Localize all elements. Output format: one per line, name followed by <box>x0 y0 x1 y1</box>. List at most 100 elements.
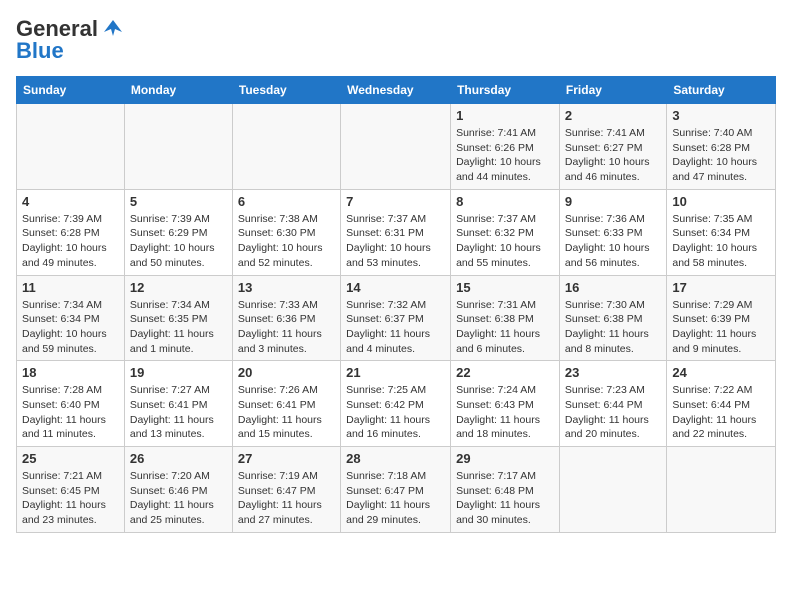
day-number: 11 <box>22 280 119 295</box>
day-cell: 17 Sunrise: 7:29 AM Sunset: 6:39 PM Dayli… <box>667 275 776 361</box>
day-detail: Sunrise: 7:40 AM Sunset: 6:28 PM Dayligh… <box>672 126 770 185</box>
week-row-2: 4 Sunrise: 7:39 AM Sunset: 6:28 PM Daylig… <box>17 189 776 275</box>
day-cell: 26 Sunrise: 7:20 AM Sunset: 6:46 PM Dayli… <box>124 447 232 533</box>
logo-blue-text: Blue <box>16 38 64 64</box>
page-header: General Blue <box>16 16 776 64</box>
day-cell: 1 Sunrise: 7:41 AM Sunset: 6:26 PM Daylig… <box>451 104 560 190</box>
day-number: 23 <box>565 365 661 380</box>
day-number: 22 <box>456 365 554 380</box>
day-number: 18 <box>22 365 119 380</box>
day-cell: 24 Sunrise: 7:22 AM Sunset: 6:44 PM Dayli… <box>667 361 776 447</box>
day-cell: 14 Sunrise: 7:32 AM Sunset: 6:37 PM Dayli… <box>341 275 451 361</box>
day-number: 21 <box>346 365 445 380</box>
day-detail: Sunrise: 7:38 AM Sunset: 6:30 PM Dayligh… <box>238 212 335 271</box>
day-cell: 23 Sunrise: 7:23 AM Sunset: 6:44 PM Dayli… <box>559 361 666 447</box>
day-cell <box>341 104 451 190</box>
calendar-table: SundayMondayTuesdayWednesdayThursdayFrid… <box>16 76 776 533</box>
day-detail: Sunrise: 7:19 AM Sunset: 6:47 PM Dayligh… <box>238 469 335 528</box>
day-detail: Sunrise: 7:23 AM Sunset: 6:44 PM Dayligh… <box>565 383 661 442</box>
day-number: 14 <box>346 280 445 295</box>
day-number: 4 <box>22 194 119 209</box>
day-cell <box>124 104 232 190</box>
day-number: 3 <box>672 108 770 123</box>
day-number: 5 <box>130 194 227 209</box>
day-detail: Sunrise: 7:36 AM Sunset: 6:33 PM Dayligh… <box>565 212 661 271</box>
day-cell: 16Sunrise: 7:30 AM Sunset: 6:38 PM Dayli… <box>559 275 666 361</box>
day-number: 15 <box>456 280 554 295</box>
day-detail: Sunrise: 7:41 AM Sunset: 6:27 PM Dayligh… <box>565 126 661 185</box>
day-detail: Sunrise: 7:22 AM Sunset: 6:44 PM Dayligh… <box>672 383 770 442</box>
weekday-header-monday: Monday <box>124 77 232 104</box>
day-cell: 29Sunrise: 7:17 AM Sunset: 6:48 PM Dayli… <box>451 447 560 533</box>
day-number: 25 <box>22 451 119 466</box>
day-detail: Sunrise: 7:21 AM Sunset: 6:45 PM Dayligh… <box>22 469 119 528</box>
day-cell: 22 Sunrise: 7:24 AM Sunset: 6:43 PM Dayli… <box>451 361 560 447</box>
day-detail: Sunrise: 7:25 AM Sunset: 6:42 PM Dayligh… <box>346 383 445 442</box>
weekday-header-saturday: Saturday <box>667 77 776 104</box>
day-cell: 19 Sunrise: 7:27 AM Sunset: 6:41 PM Dayli… <box>124 361 232 447</box>
day-cell: 20Sunrise: 7:26 AM Sunset: 6:41 PM Dayli… <box>232 361 340 447</box>
day-number: 8 <box>456 194 554 209</box>
day-detail: Sunrise: 7:37 AM Sunset: 6:31 PM Dayligh… <box>346 212 445 271</box>
day-number: 29 <box>456 451 554 466</box>
logo-bird-icon <box>102 18 124 40</box>
header-row: SundayMondayTuesdayWednesdayThursdayFrid… <box>17 77 776 104</box>
weekday-header-tuesday: Tuesday <box>232 77 340 104</box>
day-number: 28 <box>346 451 445 466</box>
weekday-header-wednesday: Wednesday <box>341 77 451 104</box>
day-number: 24 <box>672 365 770 380</box>
day-detail: Sunrise: 7:24 AM Sunset: 6:43 PM Dayligh… <box>456 383 554 442</box>
day-number: 2 <box>565 108 661 123</box>
day-number: 6 <box>238 194 335 209</box>
day-cell <box>232 104 340 190</box>
day-detail: Sunrise: 7:20 AM Sunset: 6:46 PM Dayligh… <box>130 469 227 528</box>
day-detail: Sunrise: 7:30 AM Sunset: 6:38 PM Dayligh… <box>565 298 661 357</box>
day-cell: 21 Sunrise: 7:25 AM Sunset: 6:42 PM Dayli… <box>341 361 451 447</box>
day-detail: Sunrise: 7:39 AM Sunset: 6:29 PM Dayligh… <box>130 212 227 271</box>
weekday-header-friday: Friday <box>559 77 666 104</box>
day-detail: Sunrise: 7:39 AM Sunset: 6:28 PM Dayligh… <box>22 212 119 271</box>
day-cell: 13 Sunrise: 7:33 AM Sunset: 6:36 PM Dayli… <box>232 275 340 361</box>
day-cell: 7 Sunrise: 7:37 AM Sunset: 6:31 PM Daylig… <box>341 189 451 275</box>
day-cell: 25 Sunrise: 7:21 AM Sunset: 6:45 PM Dayli… <box>17 447 125 533</box>
day-detail: Sunrise: 7:29 AM Sunset: 6:39 PM Dayligh… <box>672 298 770 357</box>
day-cell: 4 Sunrise: 7:39 AM Sunset: 6:28 PM Daylig… <box>17 189 125 275</box>
day-cell: 11 Sunrise: 7:34 AM Sunset: 6:34 PM Dayli… <box>17 275 125 361</box>
day-number: 12 <box>130 280 227 295</box>
week-row-4: 18 Sunrise: 7:28 AM Sunset: 6:40 PM Dayli… <box>17 361 776 447</box>
day-number: 19 <box>130 365 227 380</box>
day-number: 1 <box>456 108 554 123</box>
day-cell: 3 Sunrise: 7:40 AM Sunset: 6:28 PM Daylig… <box>667 104 776 190</box>
day-detail: Sunrise: 7:37 AM Sunset: 6:32 PM Dayligh… <box>456 212 554 271</box>
day-cell: 8 Sunrise: 7:37 AM Sunset: 6:32 PM Daylig… <box>451 189 560 275</box>
day-cell <box>559 447 666 533</box>
day-detail: Sunrise: 7:34 AM Sunset: 6:35 PM Dayligh… <box>130 298 227 357</box>
day-detail: Sunrise: 7:28 AM Sunset: 6:40 PM Dayligh… <box>22 383 119 442</box>
day-number: 13 <box>238 280 335 295</box>
day-detail: Sunrise: 7:31 AM Sunset: 6:38 PM Dayligh… <box>456 298 554 357</box>
logo: General Blue <box>16 16 124 64</box>
day-number: 10 <box>672 194 770 209</box>
weekday-header-sunday: Sunday <box>17 77 125 104</box>
day-detail: Sunrise: 7:34 AM Sunset: 6:34 PM Dayligh… <box>22 298 119 357</box>
day-detail: Sunrise: 7:35 AM Sunset: 6:34 PM Dayligh… <box>672 212 770 271</box>
day-cell: 12 Sunrise: 7:34 AM Sunset: 6:35 PM Dayli… <box>124 275 232 361</box>
day-number: 17 <box>672 280 770 295</box>
day-detail: Sunrise: 7:18 AM Sunset: 6:47 PM Dayligh… <box>346 469 445 528</box>
day-cell <box>667 447 776 533</box>
day-detail: Sunrise: 7:41 AM Sunset: 6:26 PM Dayligh… <box>456 126 554 185</box>
day-detail: Sunrise: 7:27 AM Sunset: 6:41 PM Dayligh… <box>130 383 227 442</box>
day-detail: Sunrise: 7:33 AM Sunset: 6:36 PM Dayligh… <box>238 298 335 357</box>
day-number: 20 <box>238 365 335 380</box>
day-number: 7 <box>346 194 445 209</box>
day-cell: 10 Sunrise: 7:35 AM Sunset: 6:34 PM Dayli… <box>667 189 776 275</box>
day-cell: 5 Sunrise: 7:39 AM Sunset: 6:29 PM Daylig… <box>124 189 232 275</box>
week-row-5: 25 Sunrise: 7:21 AM Sunset: 6:45 PM Dayli… <box>17 447 776 533</box>
day-number: 9 <box>565 194 661 209</box>
week-row-3: 11 Sunrise: 7:34 AM Sunset: 6:34 PM Dayli… <box>17 275 776 361</box>
day-detail: Sunrise: 7:32 AM Sunset: 6:37 PM Dayligh… <box>346 298 445 357</box>
day-cell: 28 Sunrise: 7:18 AM Sunset: 6:47 PM Dayli… <box>341 447 451 533</box>
day-number: 26 <box>130 451 227 466</box>
day-cell: 6 Sunrise: 7:38 AM Sunset: 6:30 PM Daylig… <box>232 189 340 275</box>
day-cell: 2 Sunrise: 7:41 AM Sunset: 6:27 PM Daylig… <box>559 104 666 190</box>
